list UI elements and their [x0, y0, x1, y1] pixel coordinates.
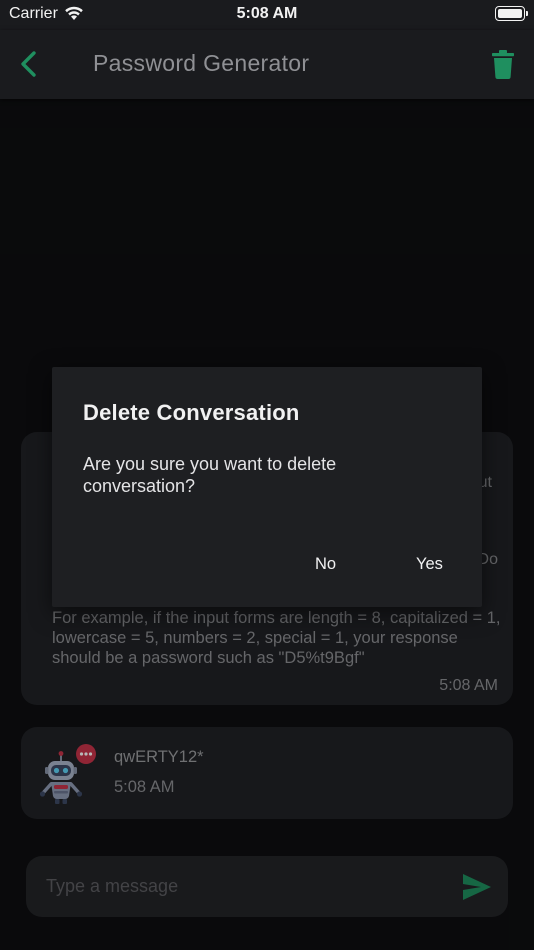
status-time: 5:08 AM [236, 5, 298, 22]
back-button[interactable] [14, 48, 44, 80]
delete-conversation-dialog: Delete Conversation Are you sure you wan… [52, 367, 482, 607]
page-title: Password Generator [93, 50, 310, 76]
dialog-title: Delete Conversation [83, 400, 300, 425]
navigation-bar: Password Generator [0, 30, 534, 99]
chat-screen: Carrier 5:08 AM Password Generator ut Do… [0, 0, 534, 950]
yes-button[interactable]: Yes [416, 555, 443, 574]
trash-icon[interactable] [490, 48, 516, 80]
dialog-message: Are you sure you want to delete conversa… [83, 454, 337, 496]
status-bar: Carrier 5:08 AM [0, 0, 534, 30]
no-button[interactable]: No [315, 555, 336, 574]
battery-icon [495, 6, 528, 21]
